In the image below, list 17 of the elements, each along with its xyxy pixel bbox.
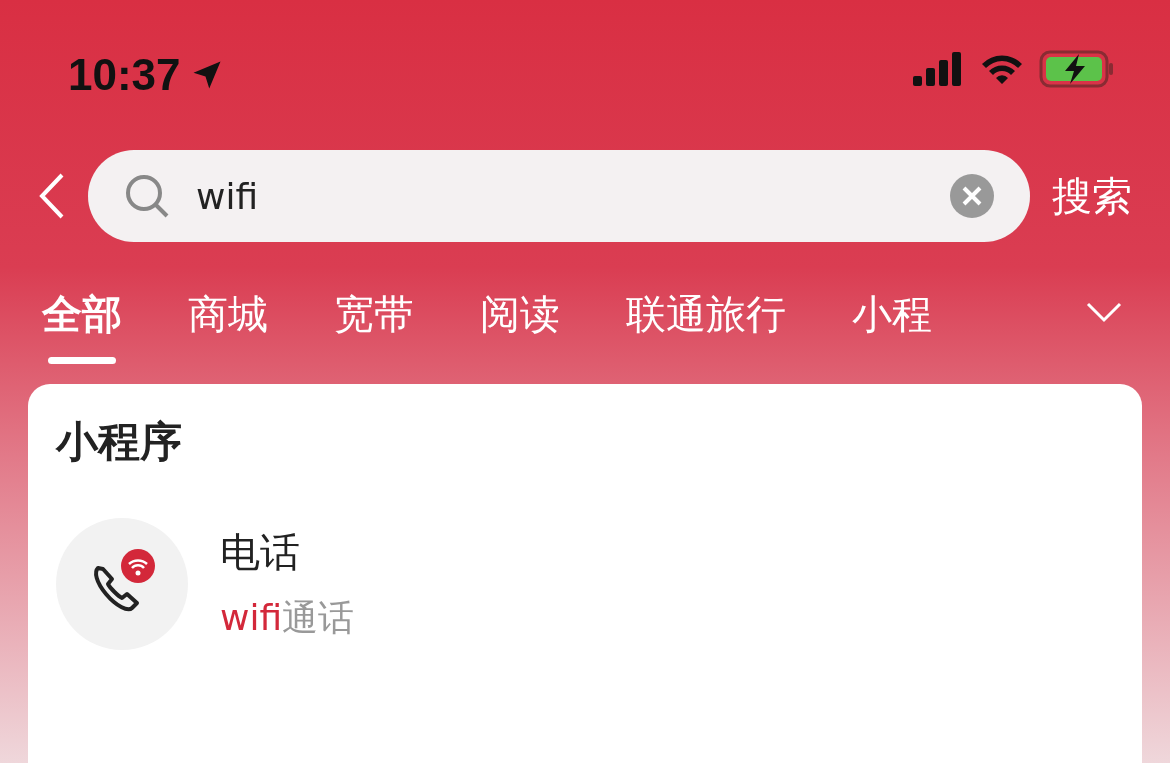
result-title[interactable]: 电话 [220,525,355,580]
status-time: 10:37 [68,50,225,100]
search-input[interactable]: wifi [196,175,924,217]
category-tab[interactable]: 全部 [42,287,122,364]
battery-charging-icon [1039,50,1115,88]
clear-icon[interactable] [950,174,994,218]
category-tab[interactable]: 联通旅行 [626,287,786,364]
result-subtitle: wifi通话 [220,596,355,640]
search-field[interactable]: wifi [88,150,1030,242]
category-tab[interactable]: 商城 [188,287,268,364]
category-tab[interactable]: 小程 [852,287,932,364]
search-button[interactable]: 搜索 [1052,168,1132,224]
category-tab[interactable]: 阅读 [480,287,560,364]
section-title: 小程序 [56,416,183,468]
search-icon [124,173,170,219]
chevron-down-icon[interactable] [1086,301,1122,323]
category-tab[interactable]: 宽带 [334,287,414,364]
